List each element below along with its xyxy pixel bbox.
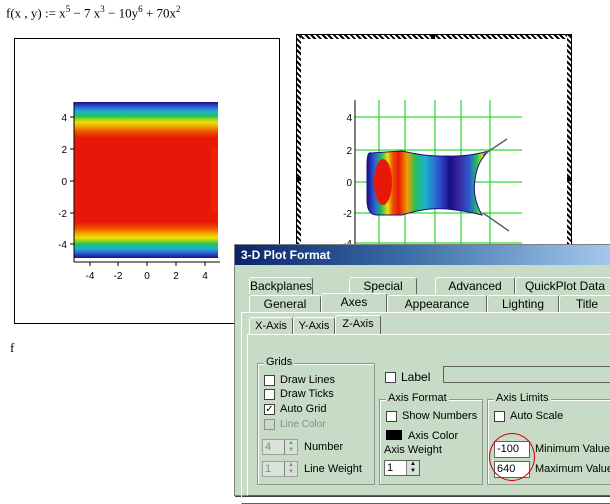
y-tick-label: 2 [346,146,352,157]
contour-hotspot [374,159,392,205]
tab-quickplot-data[interactable]: QuickPlot Data [515,277,610,294]
draw-ticks-checkbox[interactable] [264,388,275,400]
show-numbers-checkbox[interactable] [386,410,397,422]
grid-line-weight-label: Line Weight [304,463,362,475]
axis-format-group: Axis Format Show Numbers Axis Color Axis… [379,392,483,485]
draw-lines-label: Draw Lines [280,374,336,386]
plot-format-dialog: 3-D Plot Format Backplanes Special Advan… [234,244,610,504]
highlight-circle-annotation [489,433,535,481]
x-tick-label: -4 [86,271,95,282]
label-checkbox-label: Label [401,370,431,384]
x-tick-label: 2 [173,271,179,282]
dialog-title-bar[interactable]: 3-D Plot Format [235,245,610,265]
line-color-label: Line Color [280,419,326,430]
auto-grid-option[interactable]: ✓ Auto Grid [264,403,326,415]
show-numbers-label: Show Numbers [402,410,478,422]
draw-lines-checkbox[interactable] [264,374,275,386]
maximum-value-label: Maximum Value [535,463,610,475]
grid-line-weight-value: 1 [265,463,272,475]
axis-format-group-title: Axis Format [386,392,449,404]
grid-number-spinner[interactable]: 4 ▲ ▼ [262,439,298,455]
y-tick-label: 0 [346,178,352,189]
subtab-y-axis[interactable]: Y-Axis [293,317,335,334]
grid-line-weight-spinner[interactable]: 1 ▲ ▼ [262,461,298,477]
auto-grid-checkbox[interactable]: ✓ [264,403,275,415]
grid-number-label: Number [304,441,344,453]
axis-color-swatch[interactable] [386,430,402,440]
spin-down-icon[interactable]: ▼ [288,447,294,453]
axis-weight-value: 1 [387,462,394,474]
label-checkbox[interactable] [385,371,396,383]
show-numbers-option[interactable]: Show Numbers [386,410,477,422]
axis-weight-label: Axis Weight [384,444,442,456]
y-tick-label: 0 [61,177,67,188]
minimum-value-label: Minimum Value [535,443,610,455]
subtab-z-axis[interactable]: Z-Axis [335,315,381,334]
x-tick-label: 4 [202,271,208,282]
draw-lines-option[interactable]: Draw Lines [264,374,335,386]
function-definition: f(x , y) := x5 − 7 x3 − 10y6 + 70x2 [6,4,180,21]
x-tick-group: -4 -2 0 2 4 [86,262,208,282]
spin-up-icon[interactable]: ▲ [410,461,416,467]
formula-part: f(x , y) := x [6,5,66,21]
spinner-arrows-icon[interactable]: ▲ ▼ [284,440,297,454]
plot-function-label: f [10,340,15,355]
y-tick-label: 2 [61,145,67,156]
axis-color-label: Axis Color [408,430,459,442]
subtab-x-axis[interactable]: X-Axis [249,317,293,334]
axis-weight-spinner[interactable]: 1 ▲ ▼ [384,460,420,476]
spin-up-icon[interactable]: ▲ [288,440,294,446]
draw-ticks-label: Draw Ticks [280,388,334,400]
tab-lighting[interactable]: Lighting [487,295,559,312]
y-tick-group: 4 2 0 -2 -4 [58,113,74,251]
label-text-input[interactable] [443,366,610,383]
spin-down-icon[interactable]: ▼ [410,468,416,474]
draw-ticks-option[interactable]: Draw Ticks [264,388,334,400]
tab-backplanes[interactable]: Backplanes [249,277,313,294]
y-tick-label: -4 [58,240,67,251]
tab-general[interactable]: General [249,295,321,312]
y-tick-label: -2 [58,209,67,220]
grids-group-title: Grids [264,356,295,368]
grid-number-value: 4 [265,441,272,453]
auto-scale-option[interactable]: Auto Scale [494,410,563,422]
tab-title[interactable]: Title [559,295,610,312]
contour-tails [482,138,510,232]
grids-group: Grids Draw Lines Draw Ticks ✓ Auto Grid … [257,356,375,485]
contour-edge [211,147,218,213]
formula-part: − 10y [104,5,139,21]
y-tick-label: -2 [343,209,352,220]
auto-grid-label: Auto Grid [280,403,327,415]
tab-appearance[interactable]: Appearance [387,295,487,312]
tab-advanced[interactable]: Advanced [435,277,515,294]
y-tick-label: 4 [61,113,67,124]
spin-down-icon[interactable]: ▼ [288,469,294,475]
spin-up-icon[interactable]: ▲ [288,462,294,468]
formula-exponent: 2 [175,4,181,14]
line-color-option[interactable]: Line Color [264,419,326,430]
formula-part: − 7 x [70,5,101,21]
y-tick-label: 4 [346,113,352,124]
spinner-arrows-icon[interactable]: ▲ ▼ [406,461,419,475]
contour-fill [74,102,218,258]
auto-scale-checkbox[interactable] [494,410,505,422]
formula-part: + 70x [142,5,176,21]
line-color-checkbox[interactable] [264,419,275,430]
axis-limits-group-title: Axis Limits [494,392,551,404]
y-tick-group: 4 2 0 -2 -4 [343,113,352,250]
spinner-arrows-icon[interactable]: ▲ ▼ [284,462,297,476]
x-tick-label: -2 [114,271,123,282]
x-tick-label: 0 [144,271,150,282]
tab-axes[interactable]: Axes [321,293,387,312]
label-option[interactable]: Label [385,370,430,384]
auto-scale-label: Auto Scale [510,410,564,422]
tab-special[interactable]: Special [349,277,417,294]
